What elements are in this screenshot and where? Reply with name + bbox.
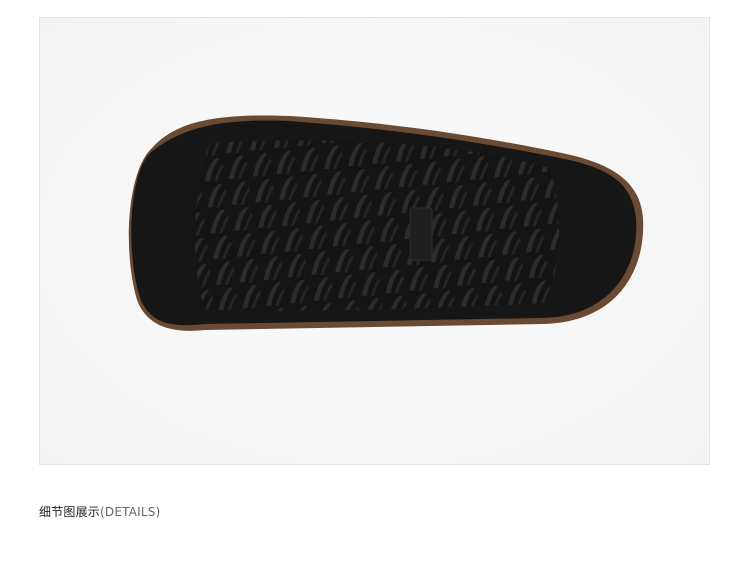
caption-title-cn: 细节图展示 [39, 505, 101, 519]
sandal-sole-illustration [128, 115, 644, 331]
caption-title-en: (DETAILS) [100, 505, 161, 519]
section-caption: 细节图展示(DETAILS) [39, 503, 160, 520]
product-detail-photo [39, 17, 710, 465]
sole-logo-emboss [409, 207, 433, 261]
